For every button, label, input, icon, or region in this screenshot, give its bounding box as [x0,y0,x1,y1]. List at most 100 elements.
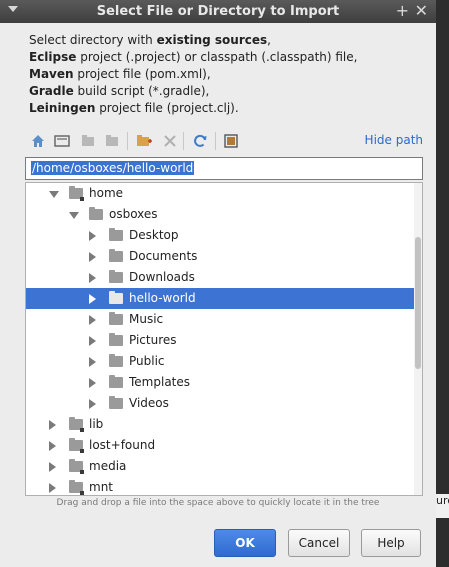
collapse-arrow-icon[interactable] [69,212,79,219]
toolbar-separator [183,132,184,150]
refresh-icon[interactable] [191,132,209,150]
lock-icon [80,449,84,453]
folder-icon [89,207,103,220]
expand-arrow-icon[interactable] [89,231,96,241]
expand-arrow-icon[interactable] [49,462,56,472]
delete-icon[interactable] [161,132,179,150]
tree-row-label: Videos [129,396,169,410]
tree-row-lib[interactable]: lib [26,414,414,435]
desc-text: project file (pom.xml), [73,67,211,81]
path-value: /home/osboxes/hello-world [31,161,195,175]
folder-icon [109,396,123,409]
desc-bold: Gradle [29,84,74,98]
folder-icon [109,270,123,283]
expand-arrow-icon[interactable] [89,252,96,262]
collapse-arrow-icon[interactable] [49,191,59,198]
lock-icon [80,491,84,495]
tree-row-label: Downloads [129,270,195,284]
tree-row-videos[interactable]: Videos [26,393,414,414]
maximize-icon[interactable]: + [396,2,409,20]
desc-text: Select directory with [29,33,157,47]
cancel-button[interactable]: Cancel [288,529,350,557]
toolbar-separator [127,132,128,150]
folder-icon [109,312,123,325]
help-button[interactable]: Help [361,529,421,557]
tree-row-home[interactable]: home [26,183,414,204]
expand-arrow-icon[interactable] [89,273,96,283]
lock-icon [80,470,84,474]
background-window: ure [436,0,449,567]
tree-row-label: Public [129,354,165,368]
lock-icon [80,428,84,432]
desc-bold: Eclipse [29,50,77,64]
window-title: Select File or Directory to Import [96,4,340,19]
tree-row-downloads[interactable]: Downloads [26,267,414,288]
tree-row-label: osboxes [109,207,158,221]
expand-arrow-icon[interactable] [49,441,56,451]
tree-row-lost-found[interactable]: lost+found [26,435,414,456]
project-icon[interactable] [79,132,97,150]
folder-icon [109,354,123,367]
tree-row-label: lost+found [89,438,156,452]
expand-arrow-icon[interactable] [89,357,96,367]
toolbar-separator [215,132,216,150]
path-input[interactable]: /home/osboxes/hello-world [25,157,423,180]
expand-arrow-icon[interactable] [89,336,96,346]
desc-text: project file (project.clj). [95,101,239,115]
folder-icon [109,228,123,241]
tree-row-label: hello-world [129,291,196,305]
lock-icon [80,197,84,201]
file-chooser-toolbar: Hide path [25,128,425,154]
home-icon[interactable] [29,132,47,150]
folder-icon [109,333,123,346]
tree-row-hello-world[interactable]: hello-world [26,288,414,309]
tree-row-templates[interactable]: Templates [26,372,414,393]
folder-icon [109,249,123,262]
directory-tree[interactable]: mnt media lost+found lib Videos Templates Publ… [25,182,423,496]
tree-row-label: mnt [89,480,113,494]
expand-arrow-icon[interactable] [89,294,96,304]
tree-row-label: lib [89,417,104,431]
module-icon[interactable] [103,132,121,150]
tree-row-label: Pictures [129,333,177,347]
tree-row-label: media [89,459,127,473]
hide-path-link[interactable]: Hide path [365,133,423,147]
new-folder-icon[interactable] [135,132,153,150]
expand-arrow-icon[interactable] [49,483,56,493]
tree-row-pictures[interactable]: Pictures [26,330,414,351]
tree-row-label: Documents [129,249,198,263]
desc-bold: Maven [29,67,74,81]
tree-row-documents[interactable]: Documents [26,246,414,267]
scrollbar-thumb[interactable] [415,237,421,369]
desc-text: , [267,33,271,47]
tree-row-public[interactable]: Public [26,351,414,372]
folder-icon [109,375,123,388]
tree-row-desktop[interactable]: Desktop [26,225,414,246]
desc-bold: existing sources [156,33,268,47]
tree-row-label: Music [129,312,164,326]
tree-row-mnt[interactable]: mnt [26,477,414,495]
expand-arrow-icon[interactable] [49,420,56,430]
show-hidden-icon[interactable] [222,132,240,150]
tree-row-music[interactable]: Music [26,309,414,330]
tree-row-label: Desktop [129,228,179,242]
expand-arrow-icon[interactable] [89,315,96,325]
expand-arrow-icon[interactable] [89,378,96,388]
title-bar: Select File or Directory to Import + ✕ [0,0,436,23]
ok-button[interactable]: OK [214,529,276,557]
description: Select directory with existing sources, … [29,32,357,117]
tree-row-label: Templates [129,375,191,389]
desktop-icon[interactable] [53,132,71,150]
drag-drop-hint: Drag and drop a file into the space abov… [56,498,380,508]
import-dialog: Select File or Directory to Import + ✕ S… [0,0,436,567]
desc-text: project (.project) or classpath (.classp… [76,50,358,64]
expand-arrow-icon[interactable] [89,399,96,409]
close-icon[interactable]: ✕ [415,2,428,20]
tree-scrollbar[interactable] [414,183,422,495]
desc-bold: Leiningen [29,101,96,115]
tree-row-osboxes[interactable]: osboxes [26,204,414,225]
background-window-text: ure [436,494,449,518]
tree-row-media[interactable]: media [26,456,414,477]
folder-icon [109,291,123,304]
tree-row-label: home [89,186,124,200]
